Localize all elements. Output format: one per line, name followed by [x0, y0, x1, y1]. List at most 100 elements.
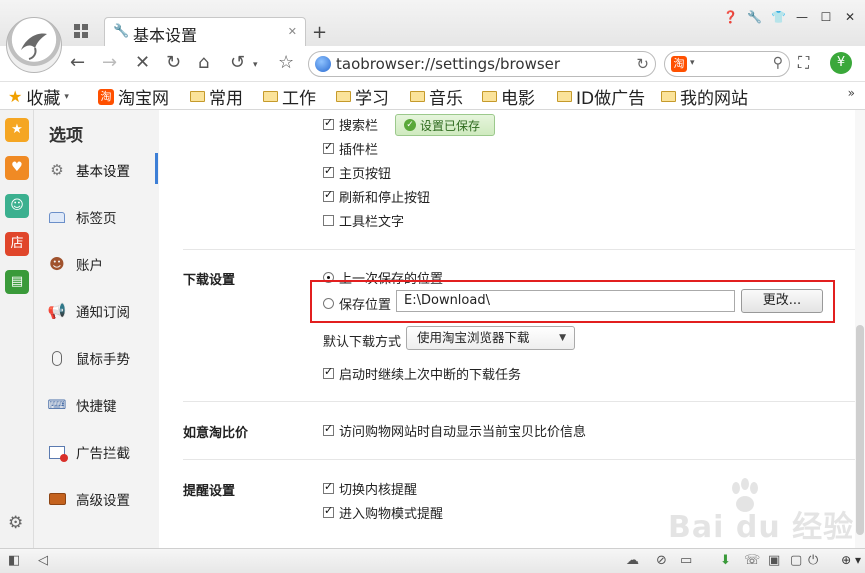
checkbox[interactable] [323, 422, 334, 436]
stop-icon[interactable]: ✕ [135, 52, 150, 73]
zoom-icon[interactable]: ⊕ ▾ [841, 553, 861, 567]
help-icon[interactable]: ❓ [723, 10, 738, 24]
sidebar-item-notifications[interactable]: 📢 通知订阅 [34, 291, 159, 331]
checkbox[interactable] [323, 188, 334, 202]
checkbox[interactable] [323, 116, 334, 130]
sidebar-item-shortcuts[interactable]: ⌨ 快捷键 [34, 385, 159, 425]
bookmark-folder-ads[interactable]: ID做广告 [557, 84, 645, 109]
sidebar-item-mouse-gestures[interactable]: 鼠标手势 [34, 338, 159, 378]
checkbox-plugin-bar[interactable]: 插件栏 [323, 139, 378, 158]
checkbox[interactable] [323, 140, 334, 154]
bookmark-label: 工作 [282, 89, 316, 109]
checkbox-toolbar-text[interactable]: 工具栏文字 [323, 211, 404, 230]
history-icon[interactable]: ↺ [230, 52, 245, 73]
maximize-button[interactable]: ☐ [819, 10, 833, 24]
checkbox[interactable] [323, 365, 334, 379]
checkbox-kernel-switch-reminder[interactable]: 切换内核提醒 [323, 479, 417, 498]
bookmark-folder-study[interactable]: 学习 [336, 84, 389, 109]
skin-icon[interactable]: 👕 [771, 10, 786, 24]
close-window-button[interactable]: ✕ [843, 10, 857, 24]
checkbox-home-button[interactable]: 主页按钮 [323, 163, 391, 182]
address-url[interactable]: taobrowser://settings/browser [336, 55, 560, 73]
change-path-button[interactable]: 更改... [741, 289, 823, 313]
bookmark-folder-my-sites[interactable]: 我的网站 [661, 84, 748, 109]
download-path-input[interactable]: E:\Download\ [396, 290, 735, 312]
section-divider [183, 249, 855, 250]
favorites-menu[interactable]: ★ 收藏 ▾ [8, 84, 69, 109]
delivery-app-icon[interactable]: ▤ [5, 270, 29, 294]
bookmark-folder-movies[interactable]: 电影 [482, 84, 535, 109]
block-icon[interactable]: ⊘ [656, 553, 667, 568]
page-icon[interactable]: ▣ [768, 553, 780, 568]
checkbox-label: 访问购物网站时自动显示当前宝贝比价信息 [339, 425, 587, 440]
bookmark-label: ID做广告 [576, 89, 646, 109]
reload-icon[interactable]: ↻ [166, 52, 181, 73]
bookmarks-overflow-icon[interactable]: » [848, 86, 855, 100]
download-method-select[interactable]: 使用淘宝浏览器下载 ▼ [406, 326, 575, 350]
contacts-app-icon[interactable]: ☺ [5, 194, 29, 218]
checkbox[interactable] [323, 164, 334, 178]
speaker-icon[interactable]: ◁ [38, 553, 48, 568]
checkbox-shopping-mode-reminder[interactable]: 进入购物模式提醒 [323, 503, 443, 522]
cloud-sync-icon[interactable]: ☁ [626, 553, 639, 568]
bookmark-taobao[interactable]: 淘 淘宝网 [98, 84, 169, 109]
radio-label: 保存位置 [339, 298, 392, 313]
checkbox-refresh-stop[interactable]: 刷新和停止按钮 [323, 187, 430, 206]
bookmark-folder-common[interactable]: 常用 [190, 84, 243, 109]
megaphone-icon: 📢 [47, 302, 67, 320]
sidebar-item-account[interactable]: ☻ 账户 [34, 244, 159, 284]
tab-grid-icon[interactable] [74, 24, 88, 38]
checkbox[interactable] [323, 215, 334, 226]
back-arrow-icon[interactable]: ← [70, 52, 85, 73]
store-app-icon[interactable]: 店 [5, 232, 29, 256]
close-tab-icon[interactable]: ✕ [288, 25, 297, 38]
bookmark-label: 淘宝网 [118, 89, 169, 109]
new-tab-button[interactable]: + [312, 22, 327, 43]
checkbox-price-compare[interactable]: 访问购物网站时自动显示当前宝贝比价信息 [323, 421, 586, 440]
home-icon[interactable]: ⌂ [198, 52, 209, 73]
tools-icon[interactable]: 🔧 [747, 10, 762, 24]
checkbox-label: 工具栏文字 [339, 215, 405, 230]
title-bar: 🔧 基本设置 ✕ + ❓ 🔧 👕 — ☐ ✕ [0, 0, 865, 46]
shopping-app-icon[interactable]: ♥ [5, 156, 29, 180]
browser-logo-icon[interactable] [6, 17, 62, 73]
radio-button[interactable] [323, 298, 334, 309]
search-box[interactable]: 淘 ▾ ⚲ [664, 51, 790, 77]
screen-icon[interactable]: ▭ [680, 553, 692, 568]
checkbox[interactable] [323, 504, 334, 518]
yuan-icon[interactable]: ¥ [830, 52, 852, 74]
chat-icon[interactable]: ☏ [744, 553, 760, 568]
sidebar-item-label: 广告拦截 [76, 446, 130, 462]
screenshot-icon[interactable]: ⛶ [798, 53, 809, 73]
checkbox-search-bar[interactable]: 搜索栏 [323, 115, 378, 134]
tab-settings[interactable]: 🔧 基本设置 ✕ [104, 17, 306, 46]
minimize-button[interactable]: — [795, 10, 809, 24]
sidebar-item-label: 快捷键 [76, 399, 117, 415]
address-bar[interactable]: taobrowser://settings/browser ↻ [308, 51, 656, 77]
radio-save-location[interactable]: 保存位置 [323, 294, 391, 313]
bookmark-star-icon[interactable]: ☆ [278, 52, 294, 73]
address-reload-icon[interactable]: ↻ [636, 55, 649, 73]
checkbox[interactable] [323, 480, 334, 494]
checkbox-resume-downloads[interactable]: 启动时继续上次中断的下载任务 [323, 364, 521, 383]
window-icon[interactable]: ▢ [790, 553, 802, 568]
forward-arrow-icon[interactable]: → [102, 52, 117, 73]
search-engine-dropdown-icon[interactable]: ▾ [690, 58, 695, 68]
taobao-search-icon[interactable]: 淘 [671, 56, 687, 72]
settings-gear-icon[interactable]: ⚙ [8, 513, 23, 533]
download-arrow-icon[interactable]: ⬇ [720, 553, 731, 568]
power-icon[interactable]: ⏻ [808, 553, 818, 568]
sidebar-item-basic-settings[interactable]: ⚙ 基本设置 [34, 150, 159, 190]
sidebar-item-advanced[interactable]: 高级设置 [34, 479, 159, 519]
scrollbar-thumb[interactable] [856, 325, 864, 535]
search-icon[interactable]: ⚲ [773, 55, 783, 71]
sidebar-item-tabs[interactable]: 标签页 [34, 197, 159, 237]
reminder-section-label: 提醒设置 [183, 484, 236, 499]
sidebar-toggle-icon[interactable]: ◧ [8, 553, 20, 568]
sidebar-item-ad-block[interactable]: 广告拦截 [34, 432, 159, 472]
bookmark-folder-work[interactable]: 工作 [263, 84, 316, 109]
briefcase-icon [46, 488, 68, 510]
history-dropdown-icon[interactable]: ▾ [253, 60, 258, 70]
bookmark-folder-music[interactable]: 音乐 [410, 84, 463, 109]
favorites-app-icon[interactable]: ★ [5, 118, 29, 142]
